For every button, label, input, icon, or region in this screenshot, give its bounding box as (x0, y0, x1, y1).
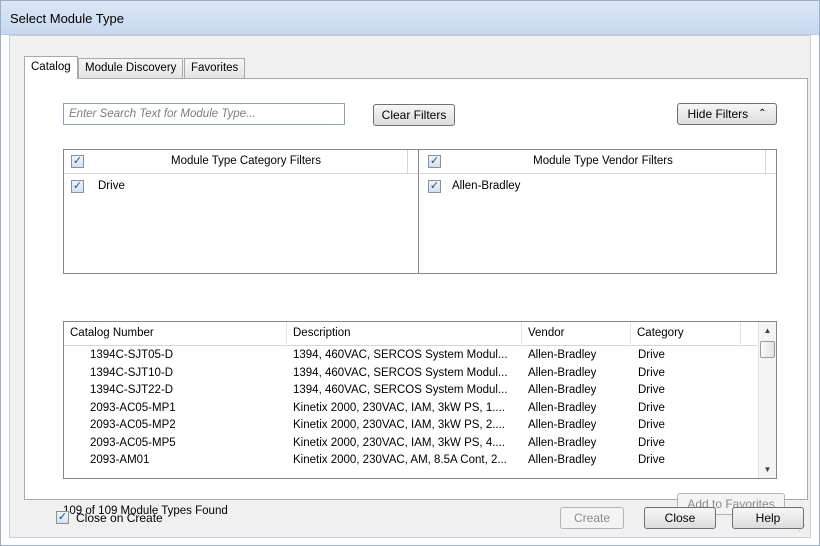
category-filters-header: ✓ Module Type Category Filters (64, 150, 418, 174)
check-icon: ✓ (429, 180, 440, 192)
tab-module-discovery[interactable]: Module Discovery (78, 58, 184, 78)
catalog-panel: Clear Filters Hide Filters ⌃ ✓ Module Ty… (24, 78, 808, 517)
clear-filters-label: Clear Filters (381, 108, 447, 122)
check-icon: ✓ (429, 155, 440, 167)
table-row[interactable]: 2093-AC05-MP2 Kinetix 2000, 230VAC, IAM,… (64, 417, 758, 435)
table-body: 1394C-SJT05-D 1394, 460VAC, SERCOS Syste… (64, 347, 758, 470)
column-header-description[interactable]: Description (287, 322, 522, 346)
category-filter-item[interactable]: ✓ Drive (64, 178, 418, 196)
check-icon: ✓ (72, 180, 83, 192)
vertical-scrollbar[interactable]: ▲ ▼ (758, 322, 776, 478)
cell-description: Kinetix 2000, 230VAC, IAM, 3kW PS, 2.... (293, 419, 505, 431)
cell-vendor: Allen-Bradley (528, 349, 597, 361)
vendor-filter-label: Allen-Bradley (452, 180, 521, 192)
cell-catalog-number: 1394C-SJT05-D (90, 349, 174, 361)
table-row[interactable]: 2093-AC05-MP5 Kinetix 2000, 230VAC, IAM,… (64, 435, 758, 453)
close-button[interactable]: Close (644, 507, 716, 529)
cell-catalog-number: 2093-AC05-MP2 (90, 419, 176, 431)
vendor-filters: ✓ Module Type Vendor Filters ✓ Allen-Bra… (420, 150, 776, 273)
cell-description: 1394, 460VAC, SERCOS System Modul... (293, 366, 508, 379)
category-filters-title: Module Type Category Filters (171, 155, 321, 167)
help-button[interactable]: Help (732, 507, 804, 529)
create-button[interactable]: Create (560, 507, 624, 529)
check-icon: ✓ (57, 511, 68, 523)
column-header-vendor[interactable]: Vendor (522, 322, 631, 346)
search-input[interactable] (63, 103, 345, 125)
cell-description: Kinetix 2000, 230VAC, IAM, 3kW PS, 1.... (293, 401, 505, 414)
vendor-allen-bradley-checkbox[interactable]: ✓ (428, 180, 441, 193)
cell-vendor: Allen-Bradley (528, 366, 597, 379)
table-row[interactable]: 1394C-SJT22-D 1394, 460VAC, SERCOS Syste… (64, 382, 758, 400)
cell-description: 1394, 460VAC, SERCOS System Modul... (293, 384, 508, 396)
scrollbar-thumb[interactable] (760, 341, 775, 358)
table-row[interactable]: 2093-AM01 Kinetix 2000, 230VAC, AM, 8.5A… (64, 452, 758, 470)
vendor-filters-header: ✓ Module Type Vendor Filters (420, 150, 776, 174)
header-divider (765, 150, 766, 174)
check-icon: ✓ (72, 155, 83, 167)
cell-catalog-number: 2093-AC05-MP5 (90, 436, 176, 449)
hide-filters-label: Hide Filters (687, 107, 749, 121)
cell-category: Drive (638, 401, 665, 414)
cell-category: Drive (638, 419, 665, 431)
cell-category: Drive (638, 384, 665, 396)
clear-filters-button[interactable]: Clear Filters (373, 104, 455, 126)
category-drive-checkbox[interactable]: ✓ (71, 180, 84, 193)
hide-filters-button[interactable]: Hide Filters ⌃ (677, 103, 777, 125)
category-filters: ✓ Module Type Category Filters ✓ Drive (64, 150, 419, 273)
cell-vendor: Allen-Bradley (528, 436, 597, 449)
resize-grip-icon[interactable]: ⋰ (798, 525, 808, 535)
cell-catalog-number: 1394C-SJT10-D (90, 366, 174, 379)
filters-panel: ✓ Module Type Category Filters ✓ Drive ✓… (63, 149, 777, 274)
cell-category: Drive (638, 454, 665, 466)
cell-catalog-number: 2093-AM01 (90, 454, 150, 466)
dialog-body: Catalog Module Discovery Favorites Clear… (9, 35, 811, 538)
help-label: Help (755, 511, 781, 525)
tab-catalog[interactable]: Catalog (24, 56, 78, 79)
category-select-all-checkbox[interactable]: ✓ (71, 155, 84, 168)
double-chevron-up-icon: ⌃ (758, 108, 767, 119)
cell-description: 1394, 460VAC, SERCOS System Modul... (293, 349, 508, 361)
cell-category: Drive (638, 349, 665, 361)
module-type-table[interactable]: Catalog Number Description Vendor Catego… (63, 321, 777, 479)
create-label: Create (573, 511, 611, 525)
close-label: Close (664, 511, 696, 525)
vendor-filters-title: Module Type Vendor Filters (533, 155, 673, 167)
vendor-filter-item[interactable]: ✓ Allen-Bradley (420, 178, 776, 196)
cell-vendor: Allen-Bradley (528, 419, 597, 431)
cell-catalog-number: 1394C-SJT22-D (90, 384, 174, 396)
table-header: Catalog Number Description Vendor Catego… (64, 322, 758, 346)
cell-vendor: Allen-Bradley (528, 384, 597, 396)
cell-category: Drive (638, 366, 665, 379)
window-title: Select Module Type (10, 11, 124, 26)
table-row[interactable]: 1394C-SJT05-D 1394, 460VAC, SERCOS Syste… (64, 347, 758, 365)
up-arrow-icon[interactable]: ▲ (759, 322, 776, 339)
title-bar[interactable]: Select Module Type (1, 1, 819, 35)
cell-vendor: Allen-Bradley (528, 401, 597, 414)
down-arrow-icon[interactable]: ▼ (759, 461, 776, 478)
close-on-create-label: Close on Create (76, 511, 163, 525)
tab-favorites[interactable]: Favorites (184, 58, 246, 78)
cell-category: Drive (638, 436, 665, 449)
select-module-type-dialog: Select Module Type Catalog Module Discov… (0, 0, 820, 546)
column-header-catalog-number[interactable]: Catalog Number (64, 322, 287, 346)
cell-vendor: Allen-Bradley (528, 454, 597, 466)
column-header-category[interactable]: Category (631, 322, 741, 346)
category-filter-label: Drive (98, 180, 125, 192)
table-row[interactable]: 2093-AC05-MP1 Kinetix 2000, 230VAC, IAM,… (64, 400, 758, 418)
cell-description: Kinetix 2000, 230VAC, IAM, 3kW PS, 4.... (293, 436, 505, 449)
header-divider (407, 150, 408, 174)
cell-description: Kinetix 2000, 230VAC, AM, 8.5A Cont, 2..… (293, 454, 507, 466)
close-on-create-checkbox[interactable]: ✓ (56, 511, 69, 524)
cell-catalog-number: 2093-AC05-MP1 (90, 401, 176, 414)
table-row[interactable]: 1394C-SJT10-D 1394, 460VAC, SERCOS Syste… (64, 365, 758, 383)
